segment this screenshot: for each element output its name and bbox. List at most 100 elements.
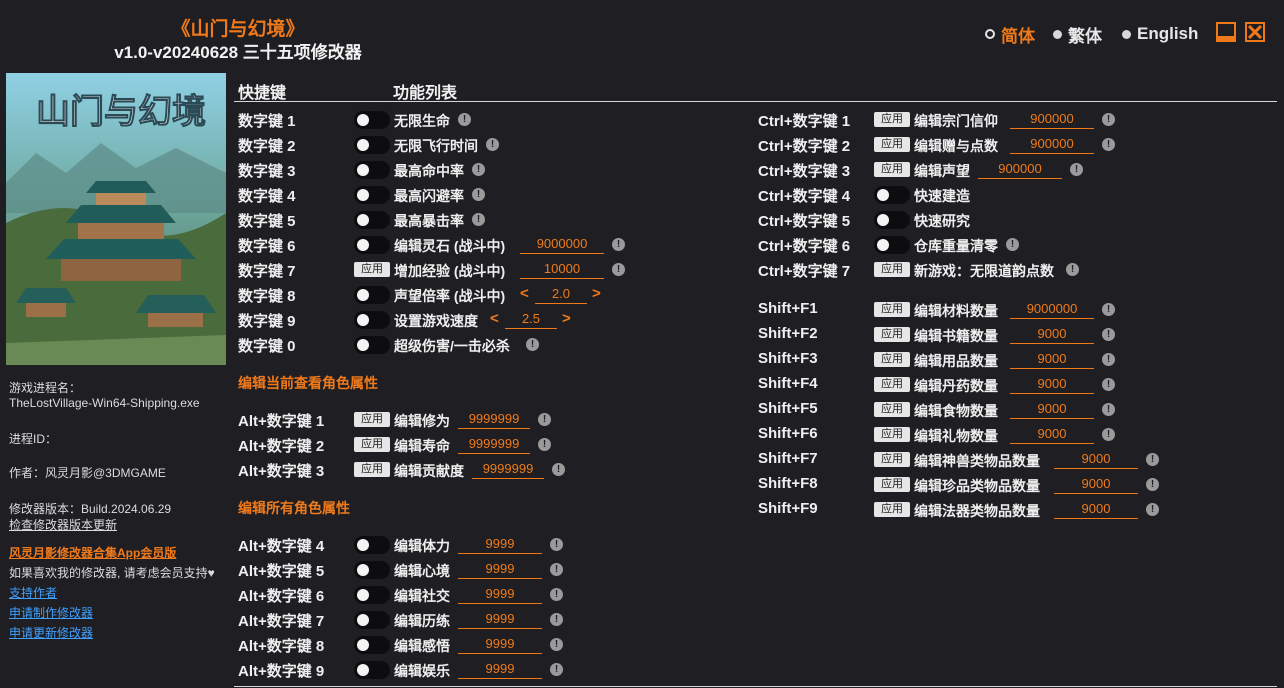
apply-button[interactable]: 应用 — [874, 352, 910, 367]
value-input[interactable]: 900000 — [978, 160, 1062, 179]
feature-toggle[interactable] — [354, 136, 390, 154]
value-input[interactable]: 9999999 — [472, 460, 544, 479]
stepper-value[interactable]: 2.0 — [535, 285, 587, 304]
value-input[interactable]: 9000 — [1010, 375, 1094, 394]
stepper-value[interactable]: 2.5 — [505, 310, 557, 329]
app-member-link[interactable]: 风灵月影修改器合集App会员版 — [9, 544, 176, 561]
hotkey-label: Alt+数字键 3 — [238, 463, 325, 480]
info-icon: ! — [1066, 263, 1079, 276]
check-update-link[interactable]: 检查修改器版本更新 — [9, 516, 117, 533]
increase-arrow[interactable]: > — [592, 285, 601, 302]
hotkey-label: 数字键 2 — [238, 138, 296, 155]
feature-label: 编辑心境 — [394, 563, 450, 579]
feature-toggle[interactable] — [354, 111, 390, 129]
feature-toggle[interactable] — [354, 286, 390, 304]
hotkey-label: Ctrl+数字键 3 — [758, 163, 851, 180]
value-input[interactable]: 10000 — [520, 260, 604, 279]
info-icon: ! — [1102, 353, 1115, 366]
info-icon: ! — [526, 338, 539, 351]
feature-toggle[interactable] — [354, 161, 390, 179]
apply-button[interactable]: 应用 — [874, 137, 910, 152]
value-input[interactable]: 9000 — [1010, 350, 1094, 369]
request-update-link[interactable]: 申请更新修改器 — [9, 624, 93, 641]
value-input[interactable]: 900000 — [1010, 135, 1094, 154]
value-input[interactable]: 9000 — [1054, 500, 1138, 519]
info-icon: ! — [1102, 428, 1115, 441]
feature-toggle[interactable] — [354, 311, 390, 329]
lang-simplified[interactable]: 简体 — [985, 22, 1035, 46]
apply-button[interactable]: 应用 — [354, 412, 390, 427]
info-icon: ! — [550, 563, 563, 576]
decrease-arrow[interactable]: < — [490, 310, 499, 327]
hotkey-label: Shift+F6 — [758, 425, 818, 442]
value-input[interactable]: 9999 — [458, 585, 542, 604]
support-author-link[interactable]: 支持作者 — [9, 584, 57, 601]
value-input[interactable]: 9999 — [458, 635, 542, 654]
info-icon: ! — [550, 613, 563, 626]
info-icon: ! — [1102, 378, 1115, 391]
apply-button[interactable]: 应用 — [874, 302, 910, 317]
value-input[interactable]: 9000000 — [520, 235, 604, 254]
request-trainer-link[interactable]: 申请制作修改器 — [9, 604, 93, 621]
feature-toggle[interactable] — [354, 336, 390, 354]
value-input[interactable]: 9999 — [458, 560, 542, 579]
value-input[interactable]: 9999 — [458, 535, 542, 554]
feature-toggle[interactable] — [874, 236, 910, 254]
apply-button[interactable]: 应用 — [874, 327, 910, 342]
feature-toggle[interactable] — [354, 186, 390, 204]
hotkey-label: Shift+F3 — [758, 350, 818, 367]
lang-traditional[interactable]: 繁体 — [1053, 22, 1102, 46]
minimize-button[interactable] — [1216, 22, 1236, 42]
apply-button[interactable]: 应用 — [874, 377, 910, 392]
value-input[interactable]: 9999999 — [458, 435, 530, 454]
feature-label: 快速建造 — [914, 188, 970, 204]
lang-english[interactable]: English — [1122, 22, 1198, 46]
info-icon: ! — [1102, 113, 1115, 126]
apply-button[interactable]: 应用 — [354, 437, 390, 452]
feature-toggle[interactable] — [354, 211, 390, 229]
hotkey-label: Alt+数字键 5 — [238, 563, 325, 580]
value-input[interactable]: 9000 — [1054, 450, 1138, 469]
apply-button[interactable]: 应用 — [874, 477, 910, 492]
apply-button[interactable]: 应用 — [874, 452, 910, 467]
value-input[interactable]: 9000 — [1054, 475, 1138, 494]
support-text: 如果喜欢我的修改器, 请考虑会员支持♥ — [9, 566, 215, 580]
value-input[interactable]: 9999999 — [458, 410, 530, 429]
hotkey-label: Alt+数字键 9 — [238, 663, 325, 680]
value-input[interactable]: 9000 — [1010, 325, 1094, 344]
value-input[interactable]: 9000 — [1010, 400, 1094, 419]
feature-toggle[interactable] — [354, 561, 390, 579]
feature-label: 编辑社交 — [394, 588, 450, 604]
author-text: 作者：风灵月影@3DMGAME — [9, 466, 166, 480]
feature-toggle[interactable] — [354, 661, 390, 679]
decrease-arrow[interactable]: < — [520, 285, 529, 302]
apply-button[interactable]: 应用 — [874, 402, 910, 417]
value-input[interactable]: 9000000 — [1010, 300, 1094, 319]
lang-label: 简体 — [1001, 26, 1035, 46]
feature-toggle[interactable] — [354, 236, 390, 254]
apply-button[interactable]: 应用 — [874, 427, 910, 442]
feature-toggle[interactable] — [354, 586, 390, 604]
apply-button[interactable]: 应用 — [874, 112, 910, 127]
feature-toggle[interactable] — [874, 211, 910, 229]
increase-arrow[interactable]: > — [562, 310, 571, 327]
feature-label: 编辑体力 — [394, 538, 450, 554]
feature-toggle[interactable] — [354, 536, 390, 554]
apply-button[interactable]: 应用 — [354, 262, 390, 277]
value-input[interactable]: 900000 — [1010, 110, 1094, 129]
hotkey-label: Ctrl+数字键 5 — [758, 213, 851, 230]
info-icon: ! — [1102, 303, 1115, 316]
apply-button[interactable]: 应用 — [874, 262, 910, 277]
apply-button[interactable]: 应用 — [874, 502, 910, 517]
value-input[interactable]: 9999 — [458, 660, 542, 679]
value-input[interactable]: 9000 — [1010, 425, 1094, 444]
feature-toggle[interactable] — [874, 186, 910, 204]
feature-column-header: 功能列表 — [393, 85, 458, 102]
apply-button[interactable]: 应用 — [354, 462, 390, 477]
apply-button[interactable]: 应用 — [874, 162, 910, 177]
feature-toggle[interactable] — [354, 611, 390, 629]
info-icon: ! — [550, 538, 563, 551]
feature-toggle[interactable] — [354, 636, 390, 654]
close-button[interactable] — [1245, 22, 1265, 42]
value-input[interactable]: 9999 — [458, 610, 542, 629]
